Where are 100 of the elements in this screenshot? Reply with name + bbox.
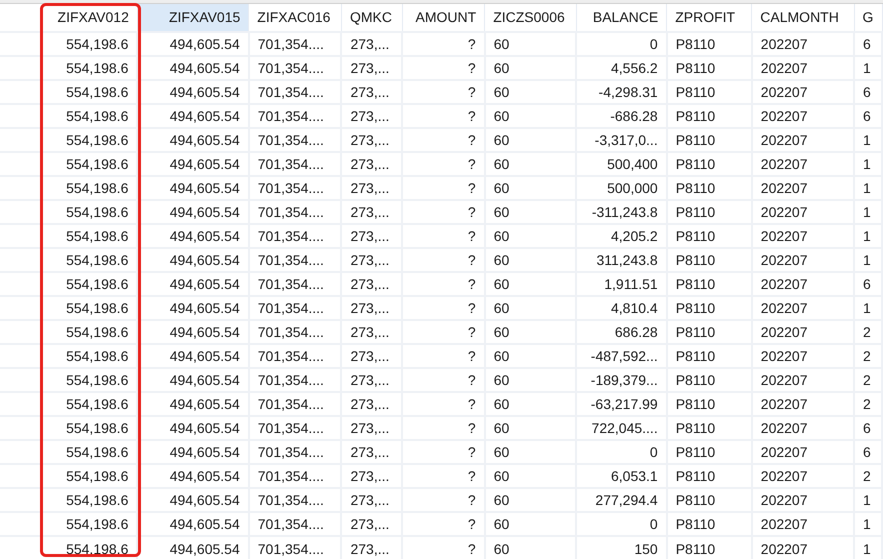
table-cell: ? xyxy=(402,224,485,248)
table-cell: ? xyxy=(402,488,485,512)
table-cell: 1 xyxy=(854,248,882,272)
table-cell: P8110 xyxy=(666,128,752,152)
table-cell: 150 xyxy=(576,536,667,559)
table-cell: P8110 xyxy=(666,344,752,368)
table-cell: ? xyxy=(402,440,485,464)
table-cell: 494,605.54 xyxy=(137,512,249,536)
column-header[interactable]: BALANCE xyxy=(576,4,667,32)
table-cell: P8110 xyxy=(666,416,752,440)
table-cell: 202207 xyxy=(752,224,854,248)
table-cell: 701,354.... xyxy=(248,80,342,104)
table-cell: 202207 xyxy=(752,368,854,392)
table-cell: 494,605.54 xyxy=(137,416,249,440)
table-cell: 494,605.54 xyxy=(137,320,249,344)
table-cell: 554,198.6 xyxy=(38,176,138,200)
table-cell: P8110 xyxy=(666,296,752,320)
table-cell: -487,592... xyxy=(576,344,667,368)
column-header[interactable]: ZIFXAV015 xyxy=(137,4,249,32)
table-cell: 494,605.54 xyxy=(137,200,249,224)
table-cell: 60 xyxy=(484,200,576,224)
table-cell: 2 xyxy=(854,368,882,392)
table-cell: 701,354.... xyxy=(248,296,342,320)
column-header[interactable]: ZPROFIT xyxy=(666,4,752,32)
table-cell: 554,198.6 xyxy=(38,224,138,248)
table-cell: 202207 xyxy=(752,200,854,224)
table-cell: 701,354.... xyxy=(248,320,342,344)
table-cell: 202207 xyxy=(752,104,854,128)
table-cell: 202207 xyxy=(752,464,854,488)
table-cell: 554,198.6 xyxy=(38,296,138,320)
table-cell: 60 xyxy=(484,536,576,559)
table-cell: ? xyxy=(402,368,485,392)
table-cell: -686.28 xyxy=(576,104,667,128)
table-cell: ? xyxy=(402,344,485,368)
table-cell: 60 xyxy=(484,176,576,200)
column-header[interactable]: CALMONTH xyxy=(752,4,854,32)
column-header[interactable]: QMKC xyxy=(341,4,402,32)
table-cell: 701,354.... xyxy=(248,416,342,440)
table-cell: 273,... xyxy=(341,248,402,272)
column-header[interactable]: G xyxy=(854,4,882,32)
table-cell: 554,198.6 xyxy=(38,536,138,559)
table-cell: P8110 xyxy=(666,488,752,512)
table-cell: 701,354.... xyxy=(248,152,342,176)
table-cell: 494,605.54 xyxy=(137,224,249,248)
table-cell: P8110 xyxy=(666,152,752,176)
column-header[interactable]: ZICZS0006 xyxy=(484,4,576,32)
table-cell: 6,053.1 xyxy=(576,464,667,488)
table-cell: 60 xyxy=(484,488,576,512)
table-cell: 273,... xyxy=(341,80,402,104)
table-cell: 494,605.54 xyxy=(137,248,249,272)
table-cell: ? xyxy=(402,176,485,200)
column-header[interactable]: ZIFXAC016 xyxy=(248,4,342,32)
table-cell: 273,... xyxy=(341,368,402,392)
table-cell: 273,... xyxy=(341,200,402,224)
table-cell: P8110 xyxy=(666,272,752,296)
table-cell: 554,198.6 xyxy=(38,368,138,392)
table-cell: 1 xyxy=(854,152,882,176)
table-cell: 202207 xyxy=(752,320,854,344)
table-cell: 273,... xyxy=(341,344,402,368)
table-cell: 701,354.... xyxy=(248,536,342,559)
table-cell: P8110 xyxy=(666,512,752,536)
table-cell: 60 xyxy=(484,152,576,176)
column-header[interactable]: AMOUNT xyxy=(402,4,485,32)
table-cell: 202207 xyxy=(752,296,854,320)
table-cell: 273,... xyxy=(341,392,402,416)
table-cell: ? xyxy=(402,392,485,416)
table-cell: 494,605.54 xyxy=(137,488,249,512)
table-cell: 6 xyxy=(854,272,882,296)
table-cell: P8110 xyxy=(666,224,752,248)
table-cell: 686.28 xyxy=(576,320,667,344)
table-cell: 494,605.54 xyxy=(137,152,249,176)
table-cell: 2 xyxy=(854,392,882,416)
table-cell: 202207 xyxy=(752,128,854,152)
table-cell: 273,... xyxy=(341,32,402,56)
table-cell: 701,354.... xyxy=(248,488,342,512)
table-cell: 60 xyxy=(484,296,576,320)
table-cell: 701,354.... xyxy=(248,392,342,416)
table-cell: 4,810.4 xyxy=(576,296,667,320)
table-cell: 701,354.... xyxy=(248,224,342,248)
table-cell: 701,354.... xyxy=(248,464,342,488)
table-cell: P8110 xyxy=(666,56,752,80)
table-cell: P8110 xyxy=(666,368,752,392)
table-cell: 60 xyxy=(484,416,576,440)
table-cell: 273,... xyxy=(341,272,402,296)
table-cell: 273,... xyxy=(341,152,402,176)
table-cell: 4,556.2 xyxy=(576,56,667,80)
table-cell: 6 xyxy=(854,104,882,128)
table-cell: 701,354.... xyxy=(248,104,342,128)
table-cell: 60 xyxy=(484,464,576,488)
table-cell: 494,605.54 xyxy=(137,56,249,80)
table-cell: 554,198.6 xyxy=(38,344,138,368)
table-cell: 0 xyxy=(576,512,667,536)
table-cell: P8110 xyxy=(666,104,752,128)
table-cell: ? xyxy=(402,512,485,536)
table-cell: 6 xyxy=(854,440,882,464)
table-cell: 202207 xyxy=(752,440,854,464)
table-cell: 554,198.6 xyxy=(38,392,138,416)
table-cell: 6 xyxy=(854,80,882,104)
table-cell: P8110 xyxy=(666,80,752,104)
table-cell: ? xyxy=(402,248,485,272)
